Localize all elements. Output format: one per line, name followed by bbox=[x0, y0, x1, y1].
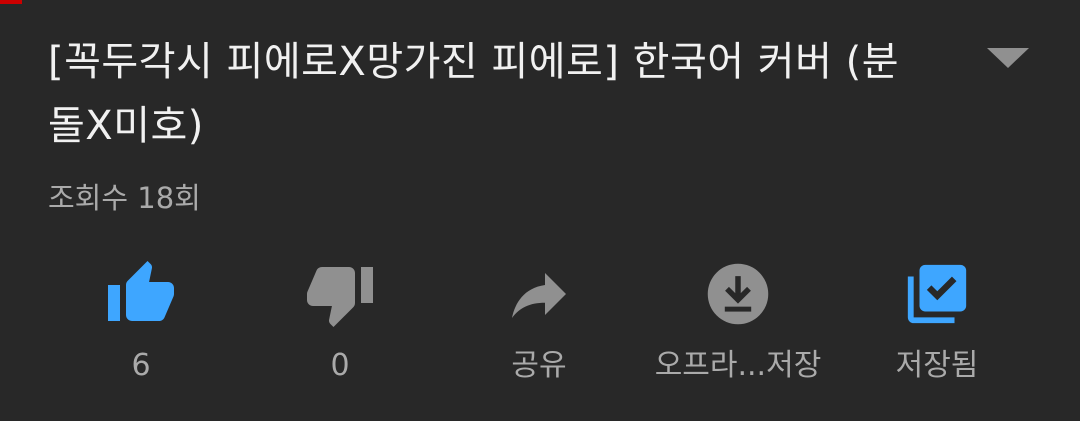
top-red-mark bbox=[0, 0, 22, 4]
save-button[interactable]: 저장됨 bbox=[839, 252, 1035, 392]
view-count: 조회수 18회 bbox=[48, 181, 201, 215]
thumbs-up-icon bbox=[103, 256, 179, 332]
dislike-button[interactable]: 0 bbox=[242, 252, 438, 392]
save-label: 저장됨 bbox=[895, 348, 979, 383]
like-button[interactable]: 6 bbox=[43, 252, 239, 392]
download-icon bbox=[700, 256, 776, 332]
download-button[interactable]: 오프라...저장 bbox=[640, 252, 836, 392]
chevron-down-icon bbox=[987, 48, 1029, 68]
expand-description-button[interactable] bbox=[972, 34, 1044, 82]
share-button[interactable]: 공유 bbox=[441, 252, 637, 392]
download-label: 오프라...저장 bbox=[654, 348, 822, 383]
share-arrow-icon bbox=[501, 256, 577, 332]
share-label: 공유 bbox=[511, 348, 567, 383]
action-bar: 6 0 공유 오프라...저장 저장됨 bbox=[0, 252, 1080, 402]
thumbs-down-icon bbox=[302, 256, 378, 332]
like-count: 6 bbox=[131, 348, 151, 383]
dislike-count: 0 bbox=[330, 348, 350, 383]
playlist-saved-icon bbox=[899, 256, 975, 332]
video-title: [꼭두각시 피에로X망가진 피에로] 한국어 커버 (분돌X미호) bbox=[48, 39, 899, 149]
